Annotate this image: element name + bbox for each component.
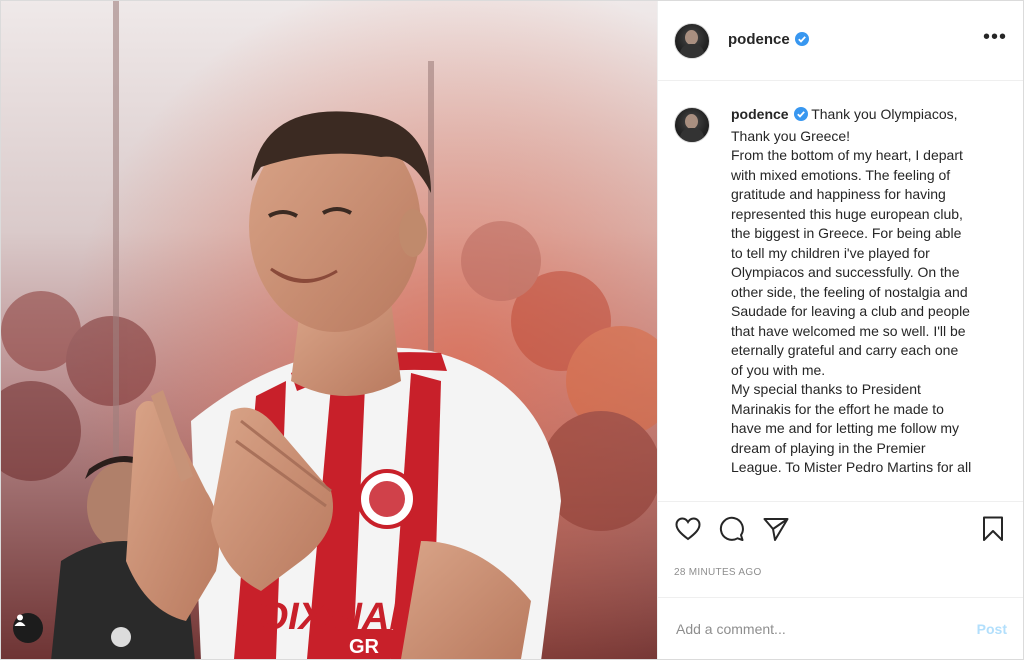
post-comment-button[interactable]: Post (977, 621, 1007, 637)
player-photo-illustration: TOIXINAP GR (1, 1, 657, 659)
comment-button[interactable] (718, 516, 746, 547)
header-username[interactable]: podence (728, 31, 809, 50)
post-timestamp[interactable]: 28 MINUTES AGO (658, 561, 1023, 597)
post-photo[interactable]: TOIXINAP GR (1, 1, 657, 659)
verified-badge-icon (793, 107, 808, 127)
avatar[interactable] (674, 22, 710, 59)
like-button[interactable] (674, 517, 702, 546)
post-header: podence ••• (658, 1, 1023, 81)
caption-username[interactable]: podence (731, 106, 789, 122)
verified-badge-icon (794, 32, 809, 50)
post-side-panel: podence ••• podence Thank you Olympiacos… (657, 1, 1023, 659)
header-username-label[interactable]: podence (728, 31, 790, 48)
caption-text: Thank you Olympiacos, Thank you Greece! … (731, 106, 972, 475)
caption-area: podence Thank you Olympiacos, Thank you … (658, 81, 1023, 501)
share-button[interactable] (762, 518, 790, 546)
instagram-post: TOIXINAP GR podence ••• podence Thank yo… (0, 0, 1024, 660)
more-horizontal-icon: ••• (982, 25, 1007, 48)
shirt-sponsor-sub-text: GR (349, 636, 380, 658)
bookmark-icon (982, 516, 1004, 547)
heart-icon (675, 517, 701, 546)
add-comment-input[interactable] (674, 619, 977, 638)
comment-icon (719, 516, 745, 547)
paper-plane-icon (763, 517, 789, 546)
user-tag-button[interactable] (13, 613, 43, 643)
action-bar (658, 501, 1023, 561)
caption: podence Thank you Olympiacos, Thank you … (731, 105, 971, 501)
more-options-button[interactable]: ••• (983, 27, 1007, 50)
comment-form: Post (658, 597, 1023, 659)
save-button[interactable] (979, 516, 1007, 547)
caption-avatar[interactable] (674, 107, 710, 143)
